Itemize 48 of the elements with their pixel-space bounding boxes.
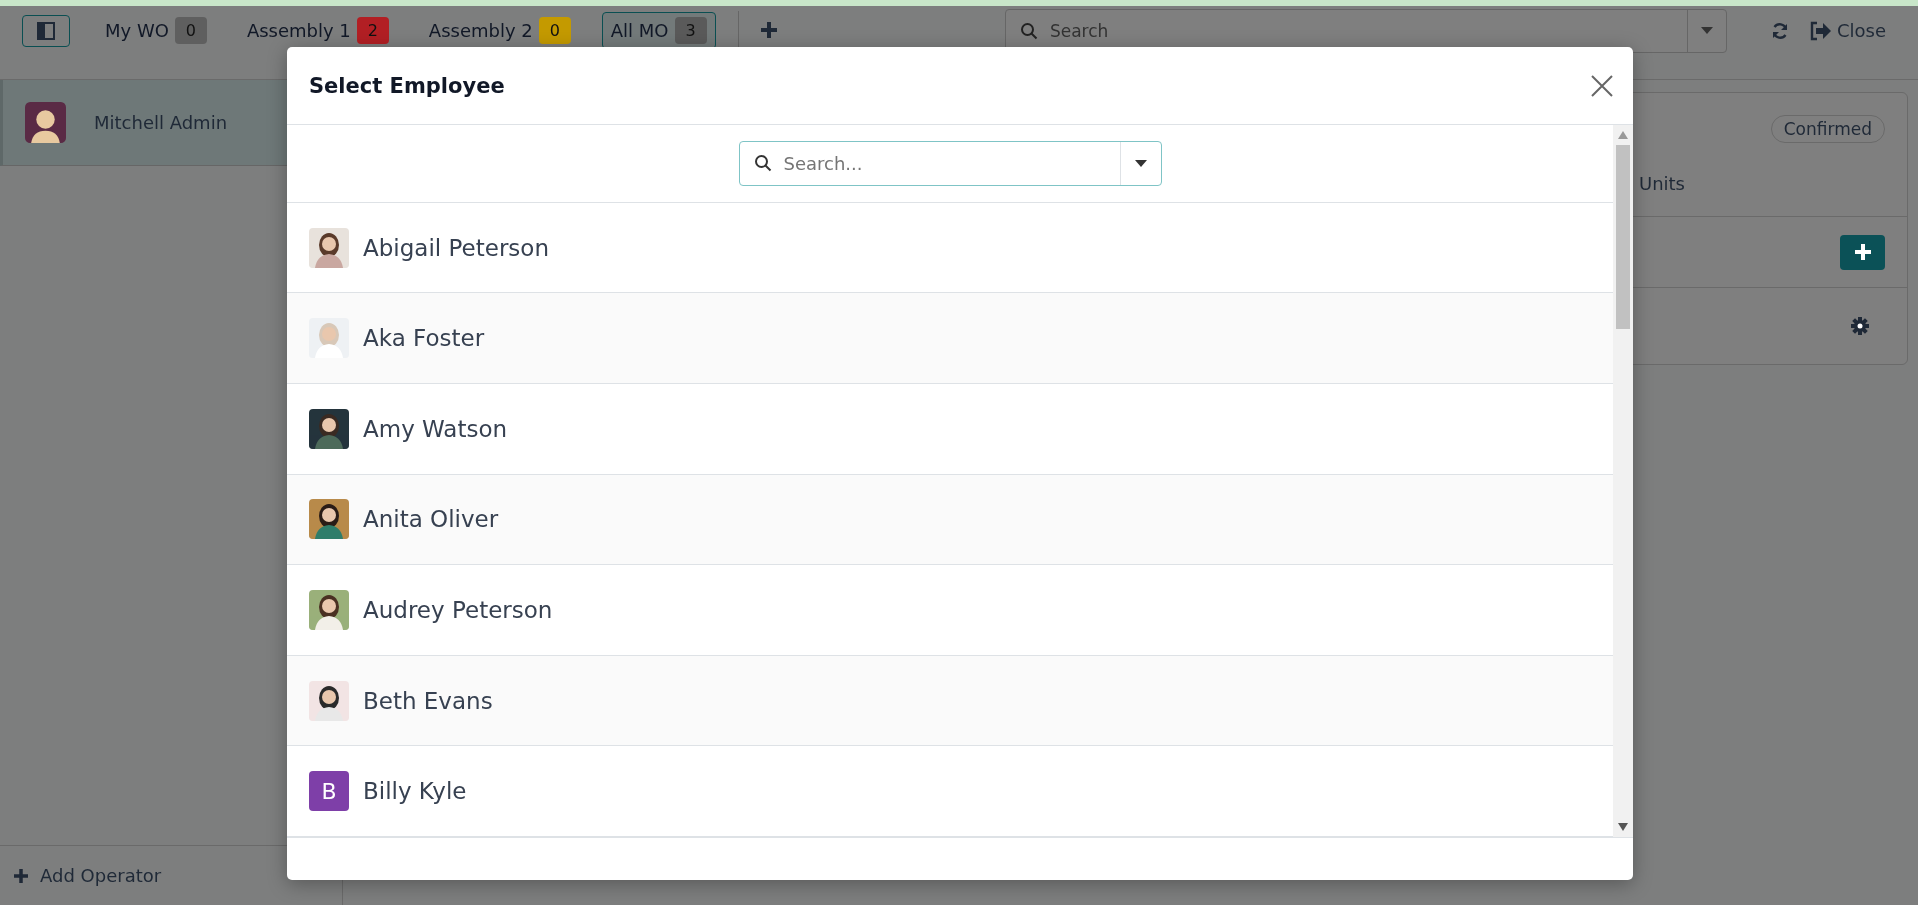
- employee-item[interactable]: Beth Evans: [287, 655, 1613, 747]
- filter-tab[interactable]: Assembly 1 2: [237, 12, 398, 49]
- filter-tab[interactable]: My WO 0: [96, 12, 216, 49]
- plus-icon: [1854, 244, 1871, 260]
- search-input[interactable]: Search: [1047, 19, 1687, 42]
- search-icon: [1019, 21, 1038, 40]
- initial-avatar: B: [309, 771, 349, 812]
- count-badge: 0: [538, 17, 571, 44]
- refresh-button[interactable]: [1770, 21, 1789, 40]
- employee-name: Billy Kyle: [363, 778, 467, 805]
- avatar-icon: [25, 102, 66, 143]
- employee-name: Aka Foster: [363, 325, 485, 352]
- caret-icon: [1700, 27, 1713, 34]
- settings-icon[interactable]: [1851, 317, 1869, 335]
- employee-item[interactable]: B Billy Kyle: [287, 746, 1613, 837]
- exit-icon: [1808, 20, 1831, 41]
- scrollbar[interactable]: [1613, 125, 1633, 837]
- employee-item[interactable]: Amy Watson: [287, 384, 1613, 475]
- close-icon: [1591, 74, 1613, 97]
- close-button[interactable]: Close: [1808, 20, 1886, 41]
- scroll-thumb[interactable]: [1616, 145, 1630, 329]
- count-badge: 2: [356, 17, 389, 44]
- employee-item[interactable]: Abigail Peterson: [287, 202, 1613, 294]
- close-button[interactable]: [1591, 74, 1613, 97]
- search-bar[interactable]: Search...: [738, 140, 1162, 186]
- sidebar-icon: [37, 21, 55, 40]
- operator-name: Mitchell Admin: [94, 112, 228, 133]
- plus-icon: [14, 868, 28, 883]
- plus-icon: [760, 21, 777, 38]
- employee-name: Abigail Peterson: [363, 234, 549, 261]
- sidebar-toggle-button[interactable]: [22, 14, 70, 47]
- employee-name: Anita Oliver: [363, 506, 499, 533]
- count-badge: 3: [674, 17, 707, 44]
- employee-item[interactable]: Aka Foster: [287, 293, 1613, 384]
- employee-name: Amy Watson: [363, 415, 508, 442]
- employee-item[interactable]: Anita Oliver: [287, 474, 1613, 566]
- add-button[interactable]: [1840, 234, 1885, 270]
- caret-icon: [1134, 159, 1147, 167]
- employee-name: Beth Evans: [363, 687, 493, 714]
- search-bar[interactable]: Search: [1004, 8, 1727, 53]
- filter-tab[interactable]: All MO 3: [601, 12, 716, 49]
- search-icon: [753, 154, 772, 173]
- quantity-text: Units: [1638, 173, 1685, 194]
- employee-item[interactable]: Audrey Peterson: [287, 565, 1613, 656]
- employee-name: Audrey Peterson: [363, 596, 553, 623]
- count-badge: 0: [174, 17, 207, 44]
- refresh-icon: [1770, 21, 1789, 40]
- scroll-down-icon[interactable]: [1618, 823, 1628, 831]
